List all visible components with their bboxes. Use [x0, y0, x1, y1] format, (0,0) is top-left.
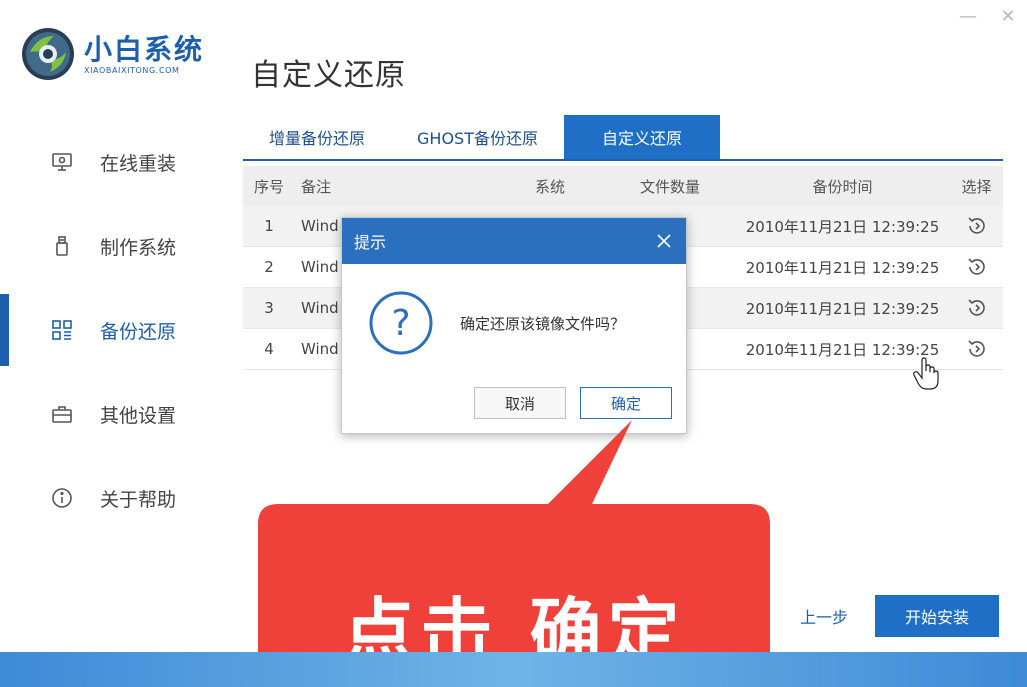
usb-drive-icon: [56, 236, 68, 256]
logo-domain: XIAOBAIXITONG.COM: [84, 65, 180, 75]
page-title: 自定义还原: [251, 58, 406, 93]
row-backup-time: 2010年11月21日 12:39:25: [745, 258, 940, 277]
row-no: 1: [264, 217, 274, 235]
restore-tabs: 增量备份还原 GHOST备份还原 自定义还原: [243, 115, 1003, 161]
tab-ghost-restore[interactable]: GHOST备份还原: [391, 115, 564, 159]
dialog-title: 提示: [354, 233, 387, 252]
logo-globe-icon: [22, 28, 74, 80]
sidebar-item-other-settings[interactable]: 其他设置: [0, 372, 220, 456]
header-note: 备注: [301, 177, 332, 196]
sidebar-item-label: 在线重装: [100, 152, 177, 175]
sidebar-item-label: 制作系统: [100, 236, 177, 259]
table-header: 序号 备注 系统 文件数量 备份时间 选择: [243, 166, 1003, 206]
restore-icon[interactable]: [965, 337, 989, 361]
svg-text:?: ?: [391, 303, 410, 344]
start-install-button[interactable]: 开始安装: [875, 595, 999, 637]
confirm-dialog: 提示 ? 确定还原该镜像文件吗？ 取消 确定: [341, 217, 687, 434]
briefcase-icon: [52, 406, 72, 423]
row-no: 2: [264, 258, 274, 276]
sidebar-item-label: 备份还原: [100, 320, 177, 343]
header-file-count: 文件数量: [639, 177, 700, 196]
app-logo: 小白系统 XIAOBAIXITONG.COM: [20, 26, 204, 82]
monitor-icon: [52, 153, 72, 171]
info-icon: [52, 488, 72, 508]
hand-cursor-icon: [913, 357, 939, 390]
restore-icon[interactable]: [965, 296, 989, 320]
logo-name: 小白系统: [84, 32, 205, 66]
sidebar-item-label: 关于帮助: [100, 488, 177, 511]
sidebar: 在线重装 制作系统 备份还原 其他设置 关于帮助: [0, 120, 220, 540]
header-no: 序号: [253, 177, 284, 196]
previous-step-link[interactable]: 上一步: [800, 604, 848, 628]
row-backup-time: 2010年11月21日 12:39:25: [745, 299, 940, 318]
dialog-message: 确定还原该镜像文件吗？: [460, 314, 626, 333]
sidebar-item-backup-restore[interactable]: 备份还原: [0, 288, 220, 372]
header-select: 选择: [961, 177, 992, 196]
sidebar-item-label: 其他设置: [100, 404, 177, 427]
restore-icon[interactable]: [965, 214, 989, 238]
sidebar-item-make-system[interactable]: 制作系统: [0, 204, 220, 288]
window-controls: — ✕: [957, 6, 1019, 28]
header-backup-time: 备份时间: [812, 177, 873, 196]
grid-icon: [52, 320, 72, 340]
tab-incremental-restore[interactable]: 增量备份还原: [243, 115, 391, 159]
row-no: 4: [264, 340, 274, 358]
close-window-button[interactable]: ✕: [997, 6, 1019, 28]
close-icon[interactable]: [654, 231, 674, 251]
minimize-button[interactable]: —: [957, 6, 979, 28]
sidebar-item-about-help[interactable]: 关于帮助: [0, 456, 220, 540]
question-icon: ?: [369, 291, 433, 355]
row-no: 3: [264, 299, 274, 317]
dialog-header: 提示: [342, 218, 686, 264]
header-system: 系统: [534, 177, 565, 196]
row-backup-time: 2010年11月21日 12:39:25: [745, 217, 940, 236]
tab-custom-restore[interactable]: 自定义还原: [563, 115, 720, 159]
taskbar: [0, 652, 1027, 687]
restore-icon[interactable]: [965, 255, 989, 279]
sidebar-item-online-reinstall[interactable]: 在线重装: [0, 120, 220, 204]
